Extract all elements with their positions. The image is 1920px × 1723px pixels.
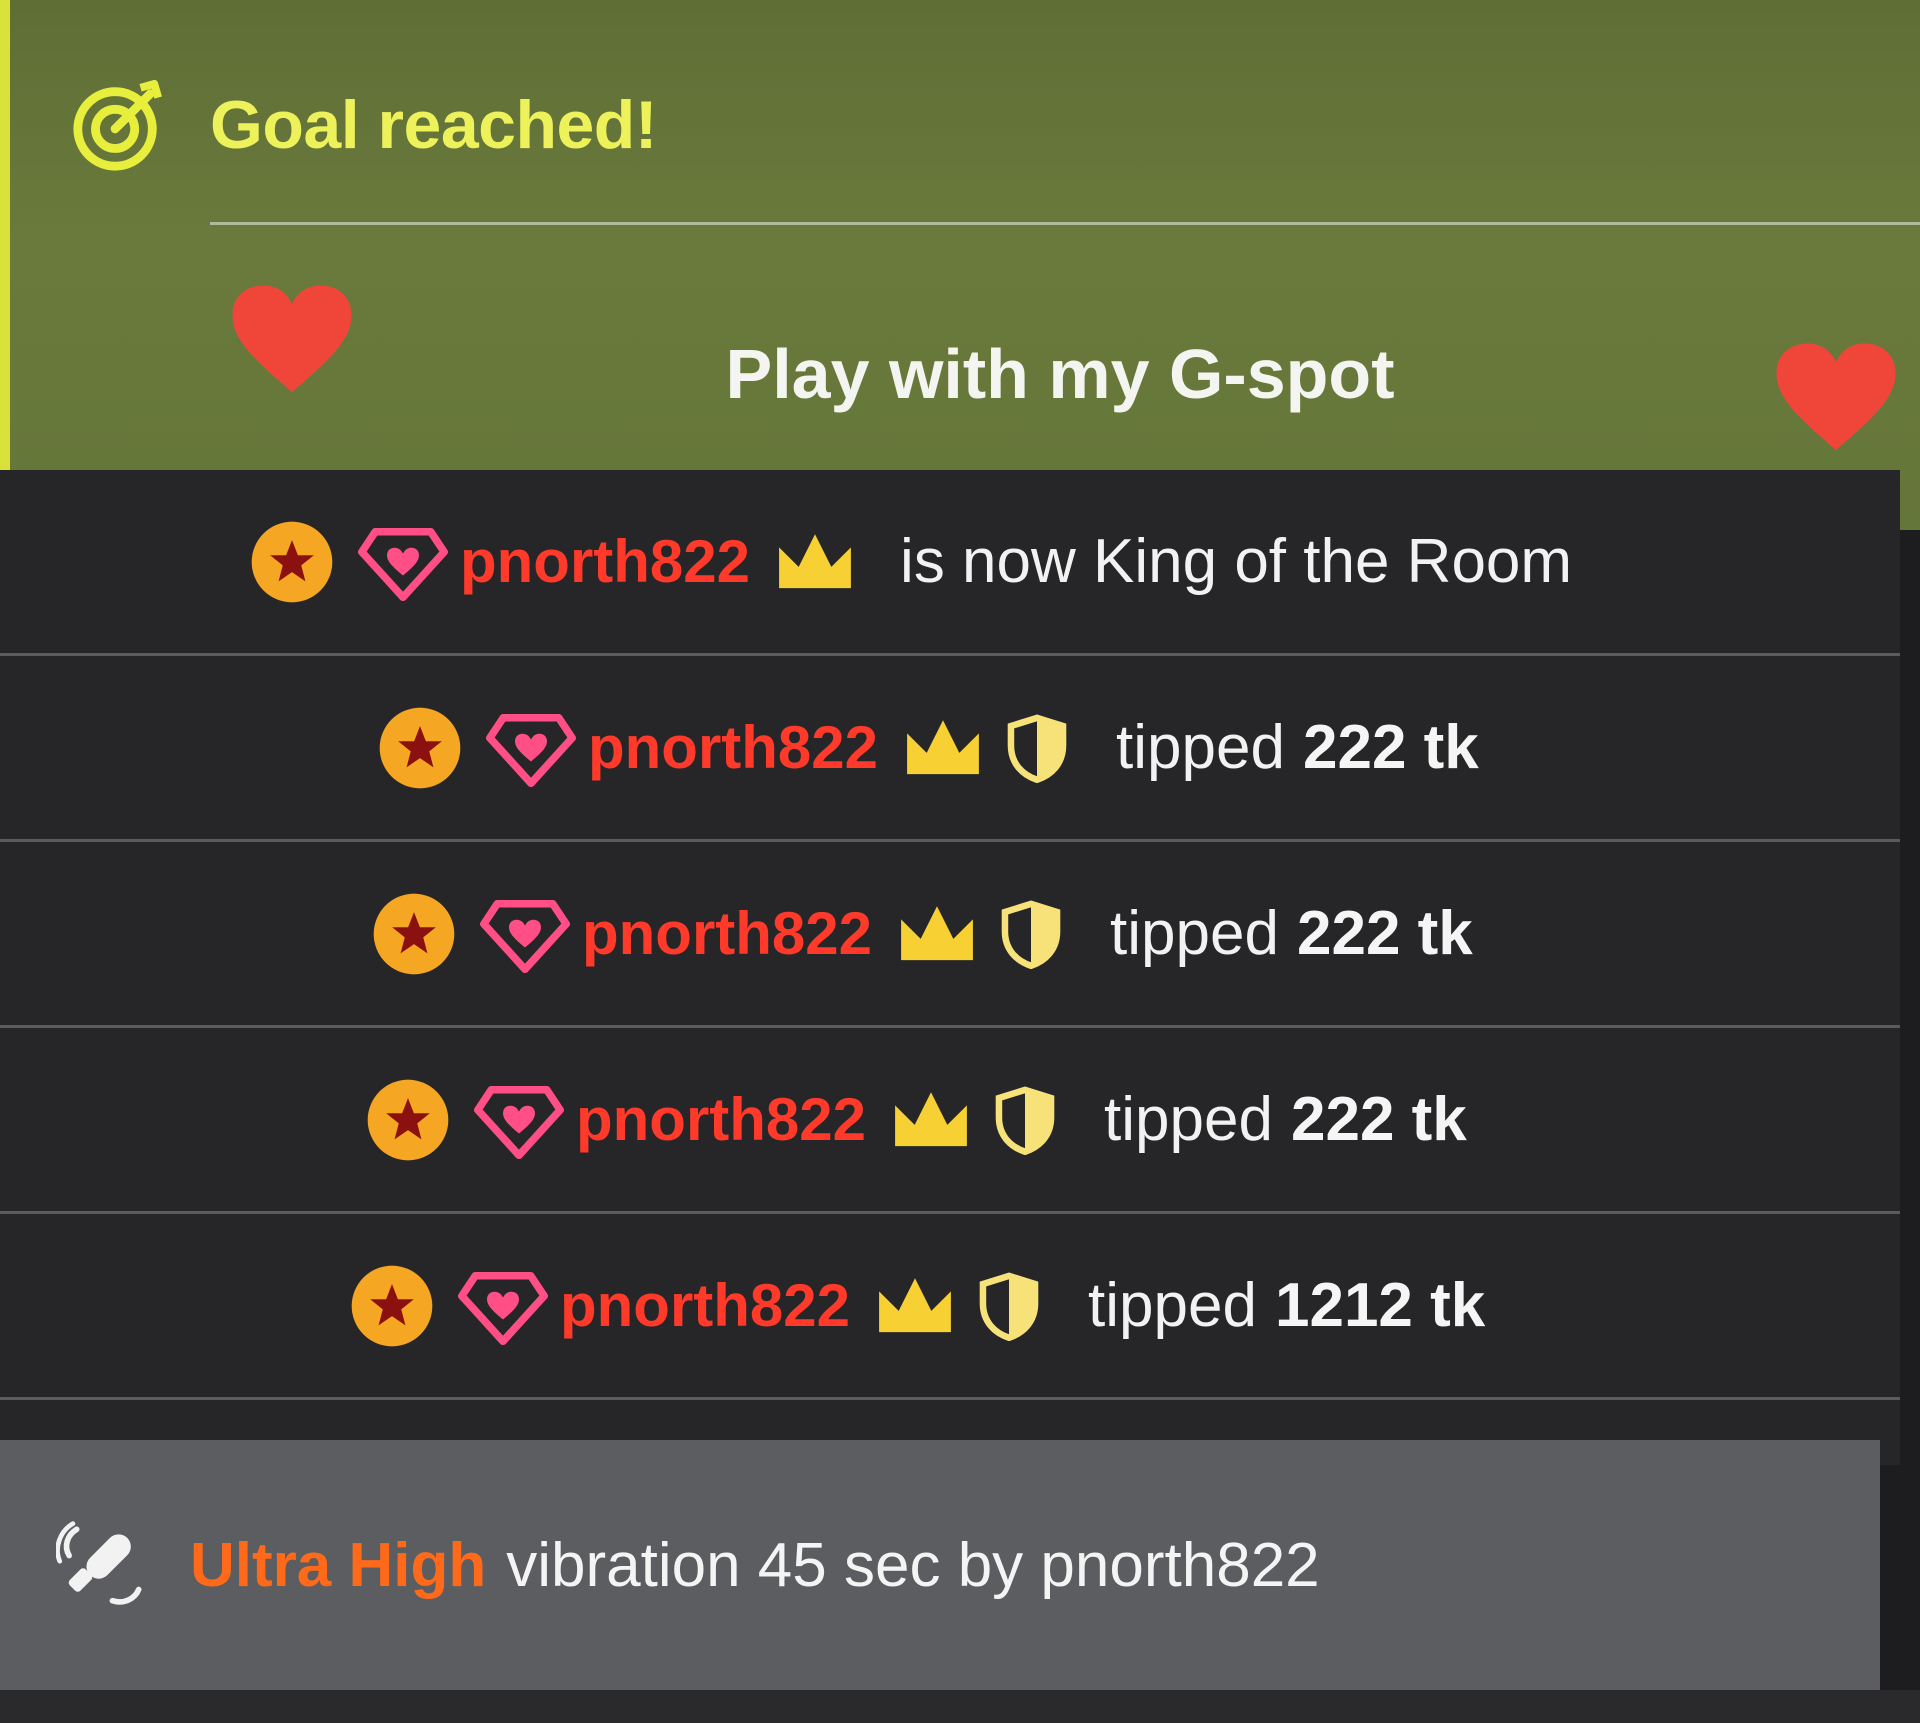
tip-amount: 222 tk <box>1290 1085 1467 1154</box>
goal-header: Goal reached! <box>70 60 658 190</box>
username[interactable]: pnorth822 <box>588 713 878 782</box>
gem-icon <box>474 1085 564 1159</box>
tip-amount: 222 tk <box>1302 713 1479 782</box>
tip-amount: 1212 tk <box>1274 1271 1486 1340</box>
crown-icon <box>879 1277 951 1332</box>
chat-message: pnorth822 tipped 222 tk <box>0 1028 1900 1214</box>
bottom-strip <box>0 1690 1920 1723</box>
username[interactable]: pnorth822 <box>560 1271 850 1340</box>
chat-message: pnorth822 tipped 222 tk <box>0 842 1900 1028</box>
tip-amount: 222 tk <box>1296 899 1473 968</box>
goal-title: Goal reached! <box>210 87 658 163</box>
crown-icon <box>901 905 973 960</box>
message-text: tipped <box>1110 899 1279 968</box>
star-icon <box>379 707 461 788</box>
vibration-text: vibration 45 sec by pnorth822 <box>506 1530 1320 1600</box>
crown-icon <box>895 1091 967 1146</box>
shield-icon <box>1001 899 1061 969</box>
message-text: tipped <box>1088 1271 1257 1340</box>
vibration-level: Ultra High <box>190 1530 487 1600</box>
gem-icon <box>480 899 570 973</box>
gem-icon <box>486 713 576 787</box>
vibrator-icon <box>56 1521 142 1605</box>
goal-divider <box>210 222 1920 225</box>
crown-icon <box>779 533 851 588</box>
username[interactable]: pnorth822 <box>582 899 872 968</box>
heart-icon <box>232 285 352 393</box>
message-text: tipped <box>1104 1085 1273 1154</box>
vibration-notice: Ultra High vibration 45 sec by pnorth822 <box>0 1440 1880 1690</box>
message-text: tipped <box>1116 713 1285 782</box>
crown-icon <box>907 719 979 774</box>
gem-icon <box>458 1271 548 1345</box>
target-icon <box>73 79 162 171</box>
chat-message: pnorth822 tipped 1212 tk <box>0 1214 1900 1400</box>
heart-icon <box>1776 343 1896 451</box>
star-icon <box>367 1079 449 1160</box>
goal-row: Play with my G-spot <box>230 270 1896 460</box>
chat-message: pnorth822 is now King of the Room <box>0 470 1900 656</box>
gem-icon <box>358 527 448 601</box>
goal-text: Play with my G-spot <box>725 335 1395 413</box>
star-icon <box>351 1265 433 1346</box>
goal-panel: Goal reached! Play with my G-spot <box>0 0 1920 530</box>
shield-icon <box>1007 713 1067 783</box>
star-icon <box>373 893 455 974</box>
username[interactable]: pnorth822 <box>576 1085 866 1154</box>
shield-icon <box>995 1085 1055 1155</box>
message-text: is now King of the Room <box>900 527 1573 596</box>
chat-message: pnorth822 tipped 222 tk <box>0 656 1900 842</box>
chat-feed: pnorth822 is now King of the Room pnorth… <box>0 470 1900 1465</box>
star-icon <box>251 521 333 602</box>
shield-icon <box>979 1271 1039 1341</box>
username[interactable]: pnorth822 <box>460 527 750 596</box>
